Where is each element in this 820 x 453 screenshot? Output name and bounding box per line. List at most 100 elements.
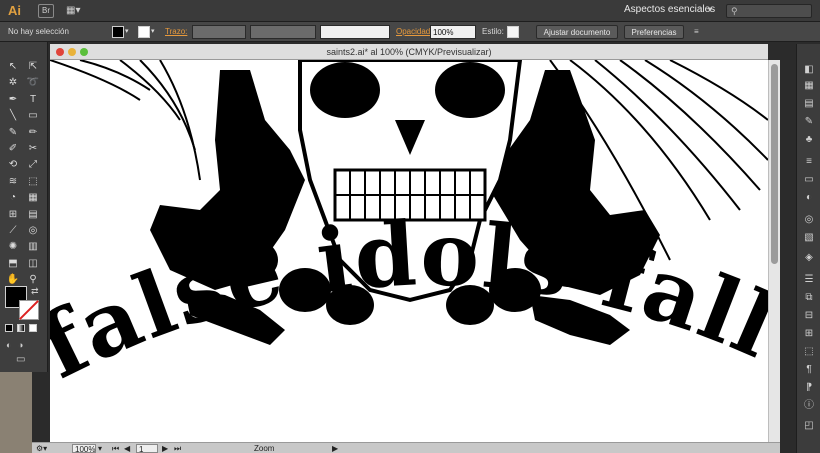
tool-grid: ↖ ⇱ ✲ ➰ ✒ T ╲ ▭ ✎ ✏ ✐ ✂ ⟲ ⤢ ≋ ⬚ ◔ ▦ ⊞ ▤ …: [5, 60, 45, 289]
variable-width-dropdown[interactable]: [250, 25, 316, 39]
graphic-style-swatch[interactable]: [507, 26, 519, 38]
selection-status: No hay selección: [8, 27, 69, 36]
control-bar: No hay selección ▾ ▾ Trazo: Opacidad: 10…: [0, 22, 820, 42]
perspective-grid-icon[interactable]: ▦: [25, 191, 41, 205]
minimize-icon[interactable]: [68, 48, 76, 56]
background-strip: [0, 372, 32, 453]
bridge-button[interactable]: Br: [38, 4, 54, 18]
symbols-icon[interactable]: ♣: [803, 134, 815, 146]
stroke-swatch[interactable]: [19, 300, 39, 320]
fill-color-swatch[interactable]: [112, 26, 124, 38]
workspace-switcher[interactable]: Aspectos esenciales: [624, 4, 715, 15]
next-artboard-icon[interactable]: ▶: [162, 444, 168, 453]
pen-tool-icon[interactable]: ✒: [5, 93, 21, 107]
magic-wand-icon[interactable]: ✲: [5, 76, 21, 90]
artboard[interactable]: false idols fall: [50, 60, 768, 442]
appearance-icon[interactable]: ◎: [803, 214, 815, 226]
prev-artboard-icon[interactable]: ◀: [124, 444, 130, 453]
document-tab[interactable]: saints2.ai* al 100% (CMYK/Previsualizar): [50, 44, 768, 60]
line-tool-icon[interactable]: ╲: [5, 109, 21, 123]
color-mode-icon[interactable]: [5, 324, 13, 332]
paintbrush-icon[interactable]: ✎: [5, 126, 21, 140]
paragraph-icon[interactable]: ⁋: [803, 382, 815, 394]
transparency-icon[interactable]: ◐: [803, 192, 815, 204]
opacity-label[interactable]: Opacidad:: [396, 25, 432, 39]
blob-brush-icon[interactable]: ✐: [5, 142, 21, 156]
draw-behind-icon[interactable]: ◑: [18, 340, 23, 350]
hair-strands-left: [50, 60, 201, 181]
gradient-mode-icon[interactable]: [17, 324, 25, 332]
arrange-documents-icon[interactable]: ▦▾: [66, 4, 88, 18]
navigator-icon[interactable]: ◰: [803, 420, 815, 432]
status-icon[interactable]: ⚙▾: [36, 444, 48, 453]
eyedropper-icon[interactable]: ⟋: [5, 224, 21, 238]
scale-icon[interactable]: ⤢: [25, 158, 41, 172]
chevron-down-icon[interactable]: ▾: [125, 25, 129, 39]
blend-icon[interactable]: ◎: [25, 224, 41, 238]
swap-colors-icon[interactable]: ⇄: [31, 286, 39, 297]
color-panel-icon[interactable]: ◧: [803, 64, 815, 76]
first-artboard-icon[interactable]: ⏮: [112, 444, 119, 453]
pathfinder-icon[interactable]: ⊞: [803, 328, 815, 340]
chevron-down-icon[interactable]: ▾: [151, 25, 155, 39]
draw-mode-icon[interactable]: ◐: [6, 340, 11, 350]
search-input[interactable]: ⚲: [726, 4, 812, 18]
menu-icon[interactable]: ≡: [694, 25, 699, 39]
preferences-button[interactable]: Preferencias: [624, 25, 684, 39]
zoom-field[interactable]: 100%: [72, 444, 96, 453]
mesh-icon[interactable]: ⊞: [5, 208, 21, 222]
opacity-field[interactable]: 100%: [430, 25, 476, 39]
column-graph-icon[interactable]: ▥: [25, 240, 41, 254]
color-guide-icon[interactable]: ▦: [803, 80, 815, 92]
scroll-thumb[interactable]: [771, 64, 778, 264]
maximize-icon[interactable]: [80, 48, 88, 56]
lasso-icon[interactable]: ➰: [25, 76, 41, 90]
graphic-styles-icon[interactable]: ▧: [803, 232, 815, 244]
eraser-icon[interactable]: ✂: [25, 142, 41, 156]
none-mode-icon[interactable]: [29, 324, 37, 332]
chevron-down-icon[interactable]: ▾: [98, 444, 102, 453]
gradient-panel-icon[interactable]: ▭: [803, 174, 815, 186]
vertical-scrollbar[interactable]: [768, 60, 780, 442]
last-artboard-icon[interactable]: ⏭: [174, 444, 181, 453]
swatches-icon[interactable]: ▤: [803, 98, 815, 110]
brushes-icon[interactable]: ✎: [803, 116, 815, 128]
stroke-color-swatch[interactable]: [138, 26, 150, 38]
app-bar: Ai Br ▦▾ Aspectos esenciales ▾ ⚲: [0, 0, 820, 22]
screen-mode-icon[interactable]: ▭: [16, 354, 25, 365]
artboard-field[interactable]: 1: [136, 444, 158, 453]
artboards-icon[interactable]: ⧉: [803, 292, 815, 304]
stroke-label[interactable]: Trazo:: [165, 25, 187, 39]
close-icon[interactable]: [56, 48, 64, 56]
stroke-panel-icon[interactable]: ≡: [803, 156, 815, 168]
symbol-sprayer-icon[interactable]: ✺: [5, 240, 21, 254]
layers-stack-icon[interactable]: ☰: [803, 274, 815, 286]
artwork[interactable]: false idols fall: [50, 60, 768, 442]
canvas[interactable]: false idols fall: [50, 60, 768, 442]
character-icon[interactable]: ¶: [803, 364, 815, 376]
brush-definition-dropdown[interactable]: [320, 25, 390, 39]
align-icon[interactable]: ⊟: [803, 310, 815, 322]
gradient-icon[interactable]: ▤: [25, 208, 41, 222]
rectangle-tool-icon[interactable]: ▭: [25, 109, 41, 123]
transform-icon[interactable]: ⬚: [803, 346, 815, 358]
type-tool-icon[interactable]: T: [25, 93, 41, 107]
hand-tool-icon[interactable]: ✋: [5, 273, 21, 287]
adjust-document-button[interactable]: Ajustar documento: [536, 25, 618, 39]
document-title: saints2.ai* al 100% (CMYK/Previsualizar): [326, 47, 492, 57]
selection-tool-icon[interactable]: ↖: [5, 60, 21, 74]
direct-selection-tool-icon[interactable]: ⇱: [25, 60, 41, 74]
zoom-tool-icon[interactable]: ⚲: [25, 273, 41, 287]
free-transform-icon[interactable]: ⬚: [25, 175, 41, 189]
stroke-weight-field[interactable]: [192, 25, 246, 39]
info-icon[interactable]: ⓘ: [803, 400, 815, 412]
slice-tool-icon[interactable]: ◫: [25, 257, 41, 271]
artboard-tool-icon[interactable]: ⬒: [5, 257, 21, 271]
chevron-down-icon[interactable]: ▾: [708, 5, 712, 14]
status-menu-icon[interactable]: ▶: [332, 444, 338, 453]
rotate-icon[interactable]: ⟲: [5, 158, 21, 172]
width-tool-icon[interactable]: ≋: [5, 175, 21, 189]
layers-icon[interactable]: ◈: [803, 252, 815, 264]
shape-builder-icon[interactable]: ◔: [5, 191, 21, 205]
pencil-icon[interactable]: ✏: [25, 126, 41, 140]
